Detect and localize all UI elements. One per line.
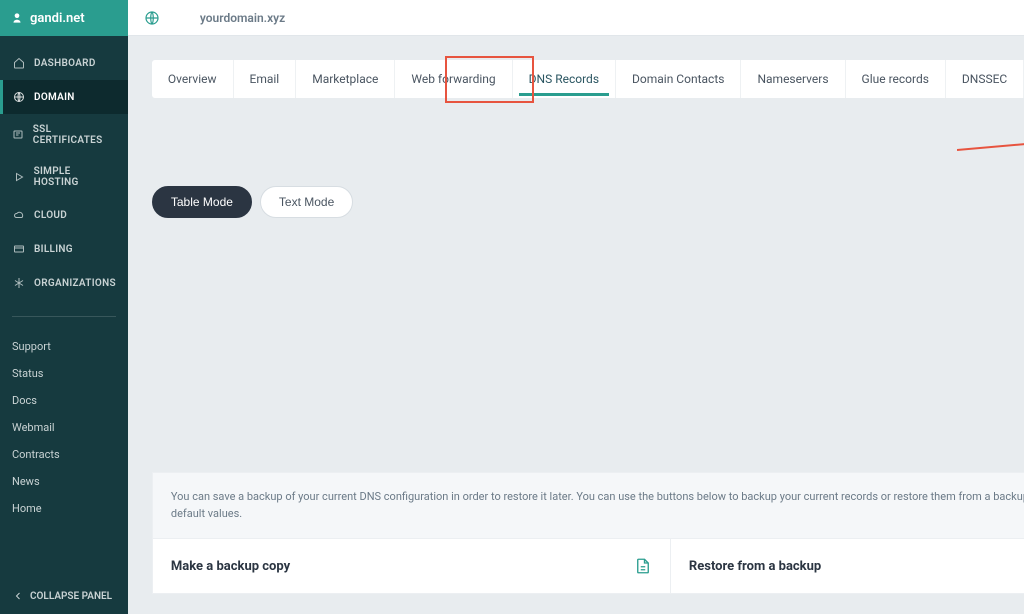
sidebar-item-domain[interactable]: DOMAIN (0, 80, 128, 114)
tab-marketplace[interactable]: Marketplace (296, 60, 395, 98)
tab-email[interactable]: Email (234, 60, 297, 98)
sidebar-label: SIMPLE HOSTING (34, 166, 116, 188)
nav-section-primary: DASHBOARD DOMAIN SSL CERTIFICATES SIMPLE… (0, 36, 128, 310)
annotation-arrow (957, 134, 1024, 154)
make-backup-label: Make a backup copy (171, 559, 290, 574)
make-backup-button[interactable]: Make a backup copy (153, 539, 671, 593)
globe-icon[interactable] (144, 10, 160, 26)
brand-name: gandi.net (30, 11, 85, 26)
sidebar-link-contracts[interactable]: Contracts (0, 441, 128, 468)
sidebar-item-ssl[interactable]: SSL CERTIFICATES (0, 114, 128, 156)
backup-note: You can save a backup of your current DN… (152, 472, 1024, 538)
add-row: Add (152, 118, 1024, 152)
nav-section-links: Support Status Docs Webmail Contracts Ne… (0, 323, 128, 532)
sidebar-link-home[interactable]: Home (0, 495, 128, 522)
cloud-icon (12, 208, 26, 222)
sidebar-link-status[interactable]: Status (0, 360, 128, 387)
sidebar-link-webmail[interactable]: Webmail (0, 414, 128, 441)
tab-dnssec[interactable]: DNSSEC (946, 60, 1024, 98)
tab-nameservers[interactable]: Nameservers (741, 60, 845, 98)
table-mode-button[interactable]: Table Mode (152, 186, 252, 218)
restore-backup-label: Restore from a backup (689, 559, 821, 574)
sidebar-item-hosting[interactable]: SIMPLE HOSTING (0, 156, 128, 198)
tab-dns-records[interactable]: DNS Records (513, 60, 616, 98)
topbar: yourdomain.xyz (128, 0, 1024, 36)
sidebar-label: BILLING (34, 244, 73, 255)
sidebar-link-news[interactable]: News (0, 468, 128, 495)
home-icon (12, 56, 26, 70)
globe-icon (12, 90, 26, 104)
sidebar-label: DOMAIN (34, 92, 75, 103)
document-icon (634, 557, 652, 575)
sidebar-item-organizations[interactable]: ORGANIZATIONS (0, 266, 128, 300)
collapse-panel-button[interactable]: COLLAPSE PANEL (0, 578, 128, 614)
sidebar-label: SSL CERTIFICATES (33, 124, 116, 146)
sidebar-label: DASHBOARD (34, 58, 96, 69)
restore-backup-button[interactable]: Restore from a backup (671, 539, 1024, 593)
sidebar: gandi.net DASHBOARD DOMAIN SSL CERTIFICA… (0, 0, 128, 614)
chevron-left-icon (12, 590, 24, 602)
tabs: Overview Email Marketplace Web forwardin… (152, 60, 1024, 98)
backup-actions: Make a backup copy Restore from a backup (152, 538, 1024, 594)
collapse-panel-label: COLLAPSE PANEL (30, 591, 112, 602)
mode-toggle: Table Mode Text Mode (152, 186, 1024, 218)
domain-breadcrumb[interactable]: yourdomain.xyz (200, 11, 285, 25)
text-mode-button[interactable]: Text Mode (260, 186, 353, 218)
certificate-icon (12, 128, 25, 142)
sidebar-label: ORGANIZATIONS (34, 278, 116, 289)
sidebar-link-docs[interactable]: Docs (0, 387, 128, 414)
brand-logo-icon (10, 11, 24, 25)
brand-logo[interactable]: gandi.net (0, 0, 128, 36)
content: Overview Email Marketplace Web forwardin… (128, 36, 1024, 614)
card-icon (12, 242, 26, 256)
tab-glue-records[interactable]: Glue records (846, 60, 946, 98)
main: yourdomain.xyz Overview Email Marketplac… (128, 0, 1024, 614)
tab-domain-contacts[interactable]: Domain Contacts (616, 60, 741, 98)
sidebar-item-dashboard[interactable]: DASHBOARD (0, 46, 128, 80)
sidebar-item-cloud[interactable]: CLOUD (0, 198, 128, 232)
sidebar-label: CLOUD (34, 210, 67, 221)
backup-section: You can save a backup of your current DN… (152, 472, 1024, 594)
play-icon (12, 170, 26, 184)
tab-web-forwarding[interactable]: Web forwarding (395, 60, 512, 98)
sidebar-divider (12, 316, 116, 317)
snowflake-icon (12, 276, 26, 290)
tab-overview[interactable]: Overview (152, 60, 234, 98)
sidebar-link-support[interactable]: Support (0, 333, 128, 360)
sidebar-item-billing[interactable]: BILLING (0, 232, 128, 266)
